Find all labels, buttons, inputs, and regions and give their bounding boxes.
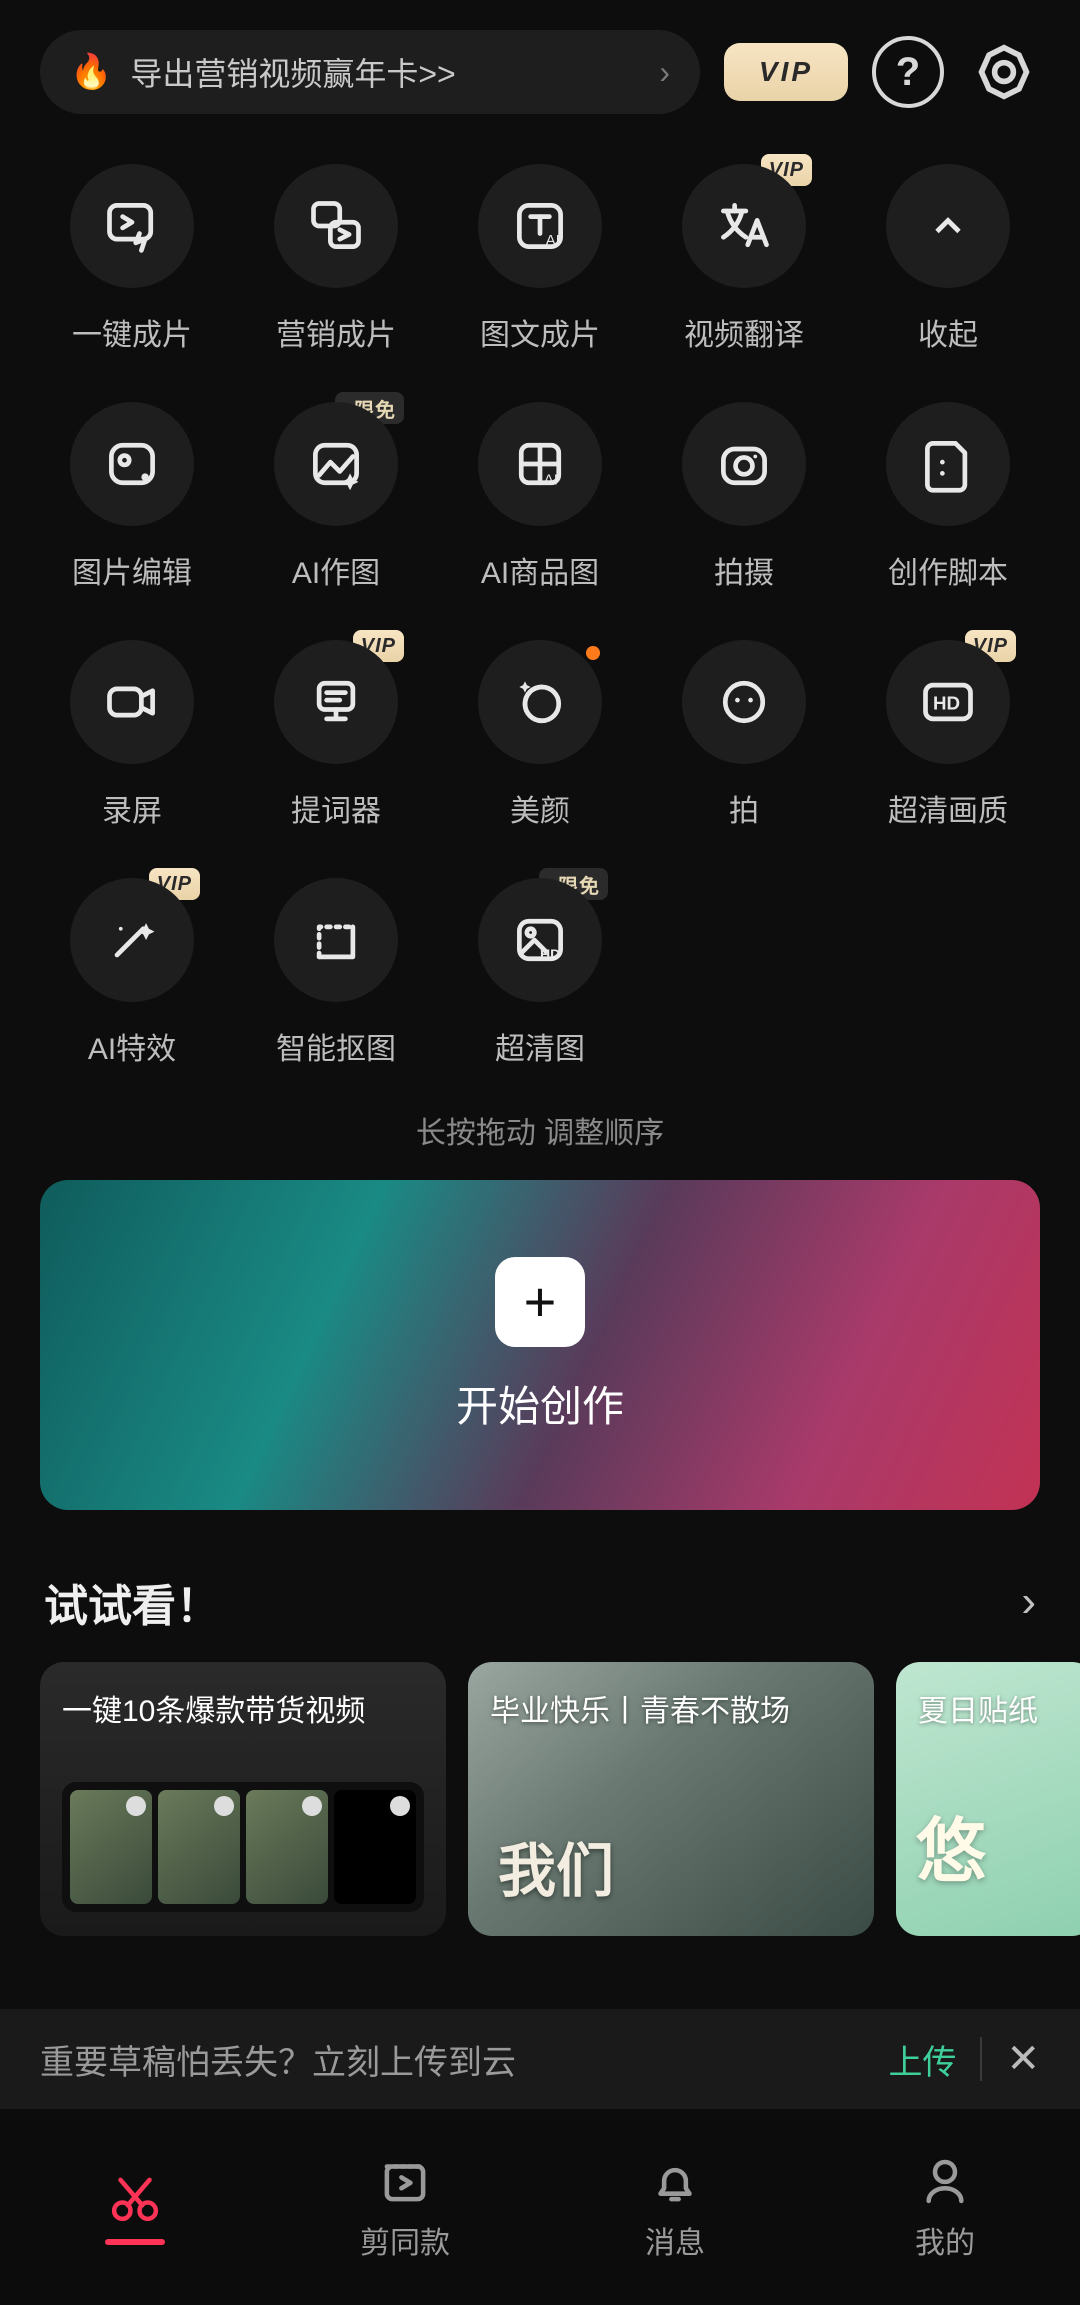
text-ai-icon: AI [510,196,570,256]
image-dot-icon [102,434,162,494]
tool-ai-fx[interactable]: VIP AI特效 [30,878,234,1068]
image-ai-icon [306,434,366,494]
tool-one-click-clip[interactable]: 一键成片 [30,164,234,354]
tool-text-to-video[interactable]: AI 图文成片 [438,164,642,354]
svg-text:HD: HD [933,693,960,714]
divider [980,2037,982,2081]
camera-icon [714,434,774,494]
tool-marketing-clip[interactable]: 营销成片 [234,164,438,354]
face-icon [714,672,774,732]
try-card-1[interactable]: 一键10条爆款带货视频 [40,1662,446,1936]
wand-icon [102,910,162,970]
vip-badge[interactable]: VIP [724,43,848,101]
tool-hd-quality[interactable]: VIP HD 超清画质 [846,640,1050,830]
box-ai-icon: AI [510,434,570,494]
bell-icon [646,2152,704,2210]
promo-banner[interactable]: 🔥 导出营销视频赢年卡>> › [40,30,700,114]
tool-ai-image[interactable]: ●限免 AI作图 [234,402,438,592]
cutout-icon [306,910,366,970]
prompter-icon [306,672,366,732]
tool-screen-record[interactable]: 录屏 [30,640,234,830]
tool-shoot[interactable]: 拍 [642,640,846,830]
beauty-icon [510,672,570,732]
chevron-right-icon: › [659,54,670,91]
pip-play-icon [306,196,366,256]
tool-camera[interactable]: 拍摄 [642,402,846,592]
try-header: 试试看！ [44,1570,1021,1634]
try-row[interactable]: 一键10条爆款带货视频 毕业快乐丨青春不散场 我们 夏日贴纸 悠 [0,1662,1080,1936]
settings-icon[interactable] [968,36,1040,108]
close-icon[interactable]: ✕ [1006,2036,1040,2082]
nav-messages[interactable]: 消息 [540,2109,810,2305]
notification-dot [586,646,600,660]
tool-grid: 一键成片 营销成片 AI 图文成片 VIP 视频翻译 收起 图片编辑 ●限免 A… [0,134,1080,1116]
chevron-up-icon [926,204,970,248]
tool-video-translate[interactable]: VIP 视频翻译 [642,164,846,354]
flame-icon: 🔥 [70,52,112,92]
start-create-label: 开始创作 [456,1373,624,1434]
help-icon[interactable]: ? [872,36,944,108]
tool-beauty[interactable]: 美颜 [438,640,642,830]
try-card-2[interactable]: 毕业快乐丨青春不散场 我们 [468,1662,874,1936]
upload-link[interactable]: 上传 [888,2035,956,2084]
bottom-nav: 剪同款 消息 我的 [0,2109,1080,2305]
image-hd-icon: HD [510,910,570,970]
svg-text:AI: AI [546,232,560,249]
try-card-3[interactable]: 夏日贴纸 悠 [896,1662,1080,1936]
chevron-right-icon[interactable]: › [1021,1577,1036,1627]
template-icon [376,2152,434,2210]
translate-icon [714,196,774,256]
thumbs-strip [62,1782,424,1912]
nav-profile[interactable]: 我的 [810,2109,1080,2305]
start-create-card[interactable]: + 开始创作 [40,1180,1040,1510]
reorder-hint: 长按拖动 调整顺序 [0,1108,1080,1152]
tool-script[interactable]: 创作脚本 [846,402,1050,592]
tool-image-edit[interactable]: 图片编辑 [30,402,234,592]
draft-upload-bar: 重要草稿怕丢失？立刻上传到云 上传 ✕ [0,2009,1080,2109]
svg-text:AI: AI [544,472,558,489]
hd-icon: HD [918,672,978,732]
rec-icon [102,672,162,732]
tool-ai-product[interactable]: AI AI商品图 [438,402,642,592]
tool-collapse[interactable]: 收起 [846,164,1050,354]
tool-teleprompter[interactable]: VIP 提词器 [234,640,438,830]
nav-templates[interactable]: 剪同款 [270,2109,540,2305]
promo-text: 导出营销视频赢年卡>> [130,49,455,95]
tool-cutout[interactable]: 智能抠图 [234,878,438,1068]
draft-msg: 重要草稿怕丢失？立刻上传到云 [40,2035,864,2084]
play-bolt-icon [102,196,162,256]
tool-hd-image[interactable]: ●限免 HD 超清图 [438,878,642,1068]
profile-icon [916,2152,974,2210]
plus-icon: + [495,1257,585,1347]
file-dots-icon [918,434,978,494]
svg-text:HD: HD [540,946,560,962]
nav-edit[interactable] [0,2109,270,2305]
scissors-icon [106,2169,164,2227]
